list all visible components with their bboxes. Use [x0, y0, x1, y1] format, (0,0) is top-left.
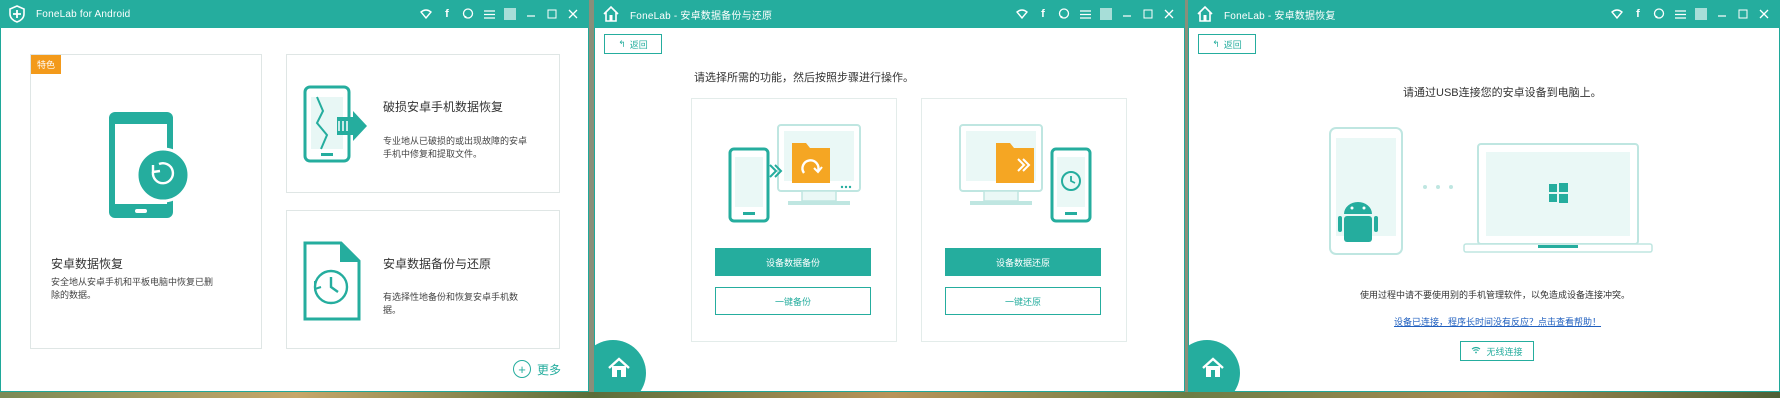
one-click-restore-button[interactable]: 一键还原: [945, 287, 1101, 315]
window-title: FoneLab for Android: [36, 8, 131, 20]
card-desc-line1: 有选择性地备份和恢复安卓手机数: [383, 292, 519, 302]
card-desc-line1: 专业地从已破损的或出现故障的安卓: [383, 136, 528, 146]
wireless-connection-button[interactable]: 无线连接: [1460, 341, 1534, 361]
plus-circle-icon: +: [512, 360, 531, 378]
card-broken-android-recovery[interactable]: 破损安卓手机数据恢复 专业地从已破损的或出现故障的安卓 手机中修复和提取文件。: [286, 54, 560, 193]
menu-icon[interactable]: [483, 8, 495, 20]
phone-to-monitor-icon: [728, 123, 862, 228]
shield-plus-icon: [6, 3, 28, 25]
window-title: FoneLab - 安卓数据备份与还原: [630, 10, 773, 22]
back-arrow-icon: ↰: [1212, 38, 1220, 49]
card-desc-line2: 手机中修复和提取文件。: [383, 149, 483, 159]
home-button[interactable]: [1188, 340, 1240, 392]
card-android-backup-restore[interactable]: 安卓数据备份与还原 有选择性地备份和恢复安卓手机数 据。: [286, 210, 560, 349]
close-icon[interactable]: [1163, 8, 1175, 20]
more-label: 更多: [536, 362, 561, 377]
back-button[interactable]: ↰ 返回: [1198, 34, 1256, 54]
broken-phone-icon: [303, 85, 375, 170]
wireless-label: 无线连接: [1486, 346, 1523, 357]
maximize-icon[interactable]: [1737, 8, 1749, 20]
home-icon: [1202, 357, 1224, 377]
home-icon: [608, 357, 630, 377]
instruction-text: 请选择所需的功能，然后按照步骤进行操作。: [694, 72, 914, 84]
facebook-icon[interactable]: f: [1037, 8, 1049, 20]
titlebar: FoneLab - 安卓数据备份与还原 f: [594, 0, 1185, 28]
menu-icon[interactable]: [1079, 8, 1091, 20]
monitor-to-phone-icon: [958, 123, 1092, 228]
backup-panel: 设备数据备份 一键备份: [691, 98, 897, 342]
minimize-icon[interactable]: [1716, 8, 1728, 20]
featured-badge: 特色: [31, 55, 62, 74]
device-backup-button[interactable]: 设备数据备份: [715, 248, 871, 276]
maximize-icon[interactable]: [1142, 8, 1154, 20]
titlebar-separator: [1695, 8, 1707, 20]
document-clock-icon: [303, 241, 363, 326]
chat-icon[interactable]: [1058, 8, 1070, 20]
window-title: FoneLab - 安卓数据恢复: [1224, 10, 1336, 22]
window-fonelab-main: FoneLab for Android f 特色 安卓数据恢复 安全地从安卓手机…: [0, 0, 589, 392]
card-title: 安卓数据恢复: [51, 257, 124, 271]
titlebar: FoneLab - 安卓数据恢复 f: [1188, 0, 1780, 28]
phone-computer-connection-illustration: [1328, 126, 1668, 263]
back-label: 返回: [1223, 39, 1242, 50]
close-icon[interactable]: [1758, 8, 1770, 20]
titlebar: FoneLab for Android f: [0, 0, 589, 28]
more-button[interactable]: + 更多: [512, 360, 561, 378]
card-android-data-recovery[interactable]: 特色 安卓数据恢复 安全地从安卓手机和平板电脑中恢复已删 除的数据。: [30, 54, 262, 349]
wifi-icon[interactable]: [420, 8, 432, 20]
back-button[interactable]: ↰ 返回: [604, 34, 662, 54]
wifi-icon[interactable]: [1611, 8, 1623, 20]
home-icon: [1194, 3, 1216, 25]
menu-icon[interactable]: [1674, 8, 1686, 20]
back-label: 返回: [629, 39, 648, 50]
wifi-icon[interactable]: [1016, 8, 1028, 20]
back-arrow-icon: ↰: [618, 38, 626, 49]
maximize-icon[interactable]: [546, 8, 558, 20]
wifi-icon: [1471, 346, 1481, 356]
close-icon[interactable]: [567, 8, 579, 20]
card-desc-line1: 安全地从安卓手机和平板电脑中恢复已删: [51, 277, 214, 287]
minimize-icon[interactable]: [525, 8, 537, 20]
home-icon: [600, 3, 622, 25]
card-title: 破损安卓手机数据恢复: [383, 100, 504, 114]
device-restore-button[interactable]: 设备数据还原: [945, 248, 1101, 276]
usage-note: 使用过程中请不要使用别的手机管理软件，以免造成设备连接冲突。: [1360, 290, 1631, 300]
chat-icon[interactable]: [462, 8, 474, 20]
card-desc-line2: 除的数据。: [51, 290, 97, 300]
window-backup-restore: FoneLab - 安卓数据备份与还原 f ↰ 返回 请选择所需的功能，然后按照…: [594, 0, 1185, 392]
help-link[interactable]: 设备已连接，程序长时间没有反应？点击查看帮助！: [1394, 315, 1601, 328]
chat-icon[interactable]: [1653, 8, 1665, 20]
instruction-text: 请通过USB连接您的安卓设备到电脑上。: [1403, 87, 1602, 99]
card-title: 安卓数据备份与还原: [383, 257, 492, 271]
titlebar-separator: [504, 8, 516, 20]
card-desc-line2: 据。: [383, 305, 402, 315]
restore-panel: 设备数据还原 一键还原: [921, 98, 1127, 342]
desktop-strip: [0, 392, 1780, 398]
one-click-backup-button[interactable]: 一键备份: [715, 287, 871, 315]
facebook-icon[interactable]: f: [1632, 8, 1644, 20]
home-button[interactable]: [594, 340, 646, 392]
window-android-recovery: FoneLab - 安卓数据恢复 f ↰ 返回 请通过USB连接您的安卓设备到电…: [1188, 0, 1780, 392]
facebook-icon[interactable]: f: [441, 8, 453, 20]
minimize-icon[interactable]: [1121, 8, 1133, 20]
phone-recovery-icon: [107, 110, 197, 225]
titlebar-separator: [1100, 8, 1112, 20]
